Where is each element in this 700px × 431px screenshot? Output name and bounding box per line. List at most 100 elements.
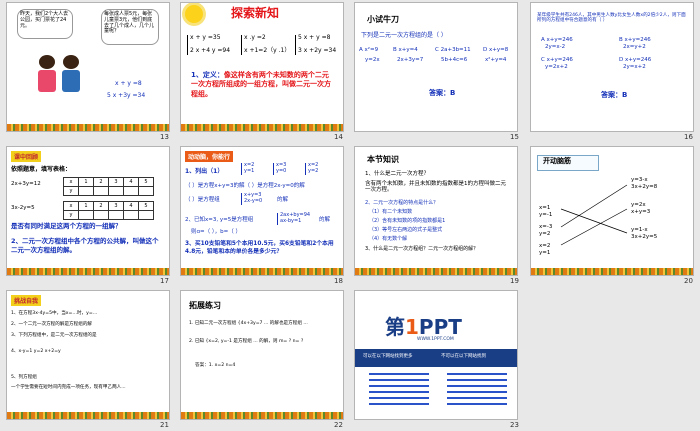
slide-thumbnail-23[interactable]: 第1PPT WWW.1PPT.COM 可以在以下网站找到更多 不可以在以下网站找… — [354, 290, 518, 420]
slide-number: 19 — [510, 277, 519, 285]
equation-1: x + y =8 — [115, 80, 142, 87]
option-b-line-2: 2x+3y=7 — [397, 57, 424, 63]
option-d: D x+y=8 — [483, 47, 509, 53]
slide-title: 探索新知 — [231, 6, 280, 20]
challenge-line-5: 5、列方程组 — [11, 375, 37, 380]
values-table-2: x 1 2 3 4 5 y — [63, 201, 154, 220]
system-a-line-1: x + y =35 — [190, 34, 221, 41]
knowledge-line-1: 1、什么是二元一次方程？ — [365, 171, 430, 177]
table-cell: 5 — [138, 177, 154, 187]
footer-banner: 可以在以下网站找到更多 不可以在以下网站找到 — [355, 349, 517, 367]
logo-number: 1 — [405, 315, 419, 339]
slide-thumbnail-15[interactable]: 小试牛刀 下列是二元一次方程组的是（ ） A x²=9 B x+y=4 C 2a… — [354, 2, 518, 132]
row2-label: 3x-2y=5 — [11, 205, 35, 211]
slide-heading: 本节知识 — [367, 155, 399, 164]
candidate-1-y: y=1 — [244, 167, 255, 174]
definition-text: 1、定义：像这样含有两个未知数的两个二元一次方程所组成的一组方程，叫做二元一次方… — [191, 71, 335, 99]
section-badge: 动动脑，你能行 — [185, 151, 234, 162]
match-line-3 — [560, 208, 628, 246]
slide-thumbnail-21[interactable]: 挑战自我 1、在方程3x-4y=5中，当x=…时，y=… 2、一个二元一次方程的… — [6, 290, 170, 420]
answer-text: 答案：B — [429, 89, 456, 97]
values-table-1: x 1 2 3 4 5 y — [63, 177, 154, 196]
table-cell: y — [63, 186, 79, 196]
extension-answer: 答案：1. x=2 n=4 — [195, 363, 236, 368]
candidate-1: x=2 y=1 — [241, 162, 255, 175]
flower-border — [7, 124, 169, 131]
table-cell: y — [63, 210, 79, 220]
definition-text: 2、二元一次方程组中各个方程的公共解，叫做这个二元一次方程组的解。 — [11, 237, 159, 255]
challenge-line-4: 4、x-y=1 y=2 x+2=y — [11, 349, 61, 354]
item-1: 1、列出（1） — [185, 168, 224, 175]
item-1-system-eq: x+y=3 2x-y=0 — [241, 192, 262, 205]
system-b-line-2: x +1=2（y .1） — [244, 46, 291, 54]
slide-thumbnail-17[interactable]: 课中回顾 依照题意，填写表格： 2x+3y=12 3x-2y=5 x 1 2 3… — [6, 146, 170, 276]
slide-thumbnail-22[interactable]: 拓展练习 1. 已知二元一次方程组 {4x+3y=7 ... 的解也是方程组 .… — [180, 290, 344, 420]
item-2-system: 2ax+by=94 ax-by=1 — [277, 212, 310, 225]
logo: 第1PPT — [385, 311, 462, 340]
table-cell: 3 — [108, 177, 124, 187]
table-cell: 1 — [78, 201, 94, 211]
challenge-line-1: 1、在方程3x-4y=5中，当x=…时，y=… — [11, 311, 98, 316]
table-cell: 2 — [93, 177, 109, 187]
item-2: 2、已知x=3, y=5是方程组 — [185, 217, 254, 223]
banner-left-text: 可以在以下网站找到更多 — [363, 354, 413, 359]
slide-number: 21 — [160, 421, 169, 429]
candidate-3-y: y=2 — [308, 167, 319, 174]
option-a-line-2: 2y=x-2 — [545, 44, 566, 50]
slide-thumbnail-20[interactable]: 开动脑筋 x=1 y=-1 x=-3 y=2 x=2 y=1 y=3-x 3x+2y=8… — [530, 146, 694, 276]
slide-thumbnail-19[interactable]: 本节知识 1、什么是二元一次方程？ 含有两个未知数，并且未知数的指数都是1的方程… — [354, 146, 518, 276]
logo-prefix: 第 — [385, 315, 405, 339]
system-c-line-2: 3 x +2y =34 — [298, 46, 337, 54]
challenge-line-3: 3、下列方程组中，是二元一次方程组的是 — [11, 333, 97, 338]
definition-lead: 1、定义： — [191, 71, 224, 79]
slide-number: 20 — [684, 277, 693, 285]
answer-text: 答案：B — [601, 91, 628, 99]
boy-cartoon-icon — [61, 55, 81, 99]
link-list-left — [369, 373, 429, 409]
section-badge: 课中回顾 — [11, 151, 42, 162]
section-badge: 挑战自我 — [11, 295, 42, 306]
matching-lines — [560, 184, 628, 246]
system-a-line-2: 2 x +4 y =94 — [190, 46, 231, 54]
slide-thumbnail-13[interactable]: 昨天，我们2个大人去公园，买门票花了24元。 每张成人票5元，每张儿童票3元，他… — [6, 2, 170, 132]
table-cell: 4 — [123, 177, 139, 187]
sun-icon — [185, 5, 203, 23]
item-1-system-tail: 的解 — [277, 197, 289, 203]
slide-thumbnail-16[interactable]: 某年级学生共有246人，其中男生人数y比女生人数x的2倍少2人，则下面所列的方程… — [530, 2, 694, 132]
row1-label: 2x+3y=12 — [11, 181, 41, 187]
extension-line-2: 2. 已知 {x=2, y=-1 是方程组 ... 的解，则 m= ? n= ? — [189, 339, 304, 344]
slide-thumbnail-14[interactable]: 探索新知 x + y =35 2 x +4 y =94 x .y =2 x +1… — [180, 2, 344, 132]
option-b-line-2: 2x=y+2 — [623, 44, 646, 50]
equation-system-b: x .y =2 x +1=2（y .1） — [241, 34, 291, 55]
table-cell: 4 — [123, 201, 139, 211]
knowledge-line-2: 含有两个未知数，并且未知数的指数都是1的方程叫做二元一次方程。 — [365, 181, 507, 194]
item-1-prompt: （ ）是方程x+y=3的解（ ）是方程2x-y=0的解 — [185, 183, 305, 189]
slide-number: 15 — [510, 133, 519, 141]
instruction-text: 依照题意，填写表格： — [11, 166, 72, 173]
slide-number: 18 — [334, 277, 343, 285]
system-c-line-1: 5 x + y =8 — [298, 34, 331, 41]
slide-number: 17 — [160, 277, 169, 285]
equation-system-a: x + y =35 2 x +4 y =94 — [187, 34, 231, 55]
girl-cartoon-icon — [37, 55, 57, 99]
slide-thumbnail-18[interactable]: 动动脑，你能行 1、列出（1） x=2 y=1 x=3 y=0 x=2 y=2 （ ）… — [180, 146, 344, 276]
challenge-line-6: 一个学生需要在短时间内完成一项任务，现有甲乙两人... — [11, 385, 126, 390]
option-c-line-2: y=2x+2 — [545, 64, 568, 70]
table-cell: x — [63, 177, 79, 187]
item-2-tail: 的解 — [319, 217, 331, 223]
flower-border — [7, 412, 169, 419]
slide-number: 14 — [334, 133, 343, 141]
slide-number: 22 — [334, 421, 343, 429]
slide-heading: 拓展练习 — [189, 301, 221, 310]
table-cell: 5 — [138, 201, 154, 211]
item-2-system-eq-2: ax-by=1 — [280, 217, 302, 224]
flower-border — [355, 268, 517, 275]
question-text: 是否有同时满足这两个方程的一组解？ — [11, 222, 122, 230]
knowledge-line-5: （2）含有未知数的项的指数都是1 — [369, 218, 446, 224]
candidate-2-y: y=0 — [276, 167, 287, 174]
equation-2: 5 x +3y =34 — [107, 92, 146, 99]
equation-system-c: 5 x + y =8 3 x +2y =34 — [295, 34, 337, 55]
option-d-line-2: x²+y=4 — [485, 57, 507, 63]
option-a: A x+y=246 — [541, 37, 573, 43]
knowledge-line-6: （3）等号左右两边的式子是整式 — [369, 227, 443, 233]
